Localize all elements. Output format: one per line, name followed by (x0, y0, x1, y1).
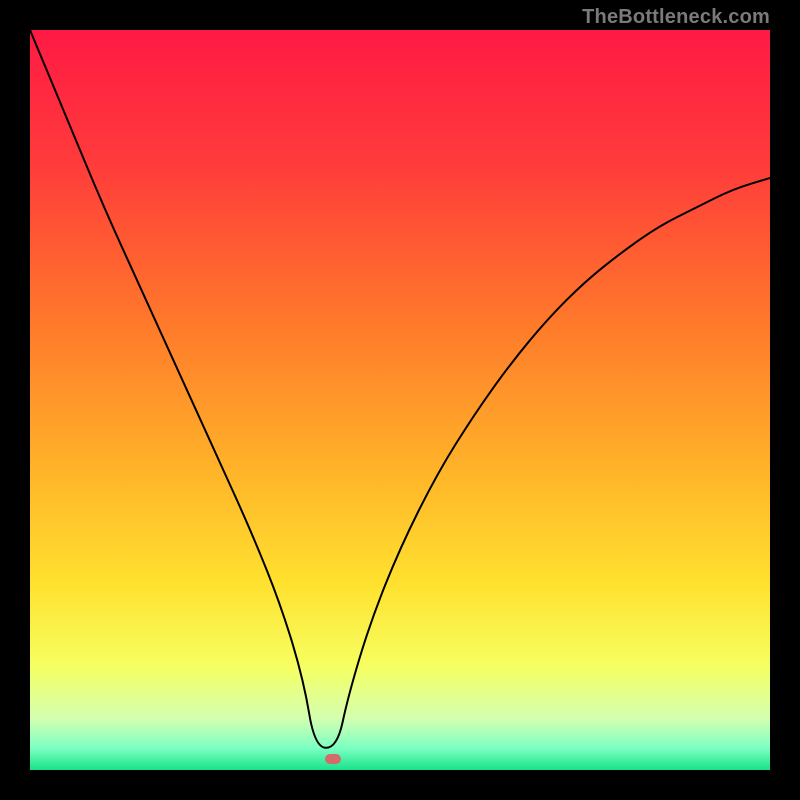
bottleneck-curve (30, 30, 770, 748)
chart-frame: TheBottleneck.com (0, 0, 800, 800)
optimal-marker (325, 754, 341, 764)
curve-layer (30, 30, 770, 770)
plot-area (30, 30, 770, 770)
watermark-text: TheBottleneck.com (582, 6, 770, 29)
